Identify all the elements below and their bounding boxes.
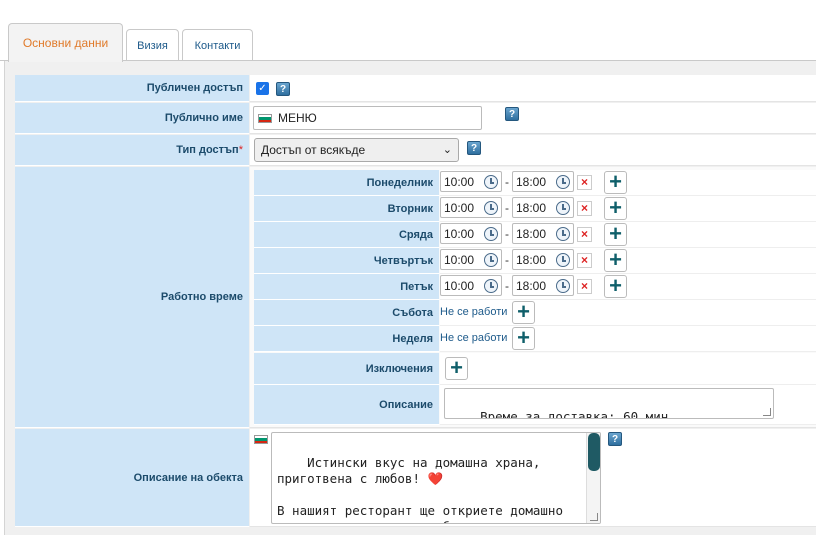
public-access-label: Публичен достъп (15, 75, 249, 102)
bulgarian-flag-icon (254, 435, 268, 444)
time-range-dash: - (505, 201, 509, 215)
day-label-saturday: Събота (254, 300, 439, 326)
tuesday-add-button[interactable]: + (604, 197, 627, 220)
public-access-checkbox[interactable]: ✓ (256, 82, 269, 95)
clock-icon[interactable] (556, 253, 570, 267)
monday-to-time-input[interactable]: 18:00 (512, 171, 574, 192)
clock-icon[interactable] (484, 253, 498, 267)
clock-icon[interactable] (484, 279, 498, 293)
thursday-add-button[interactable]: + (604, 249, 627, 272)
hours-description-label: Описание (254, 385, 439, 425)
public-name-help-icon[interactable]: ? (505, 107, 519, 121)
tab-basic-data-label: Основни данни (22, 36, 109, 50)
public-name-input[interactable]: МЕНЮ (253, 106, 482, 130)
object-description-label: Описание на обекта (15, 429, 249, 527)
clock-icon[interactable] (484, 227, 498, 241)
exceptions-label: Изключения (254, 353, 439, 385)
required-marker: * (238, 144, 243, 156)
hours-description-value-cell: Време за доставка: 60 мин. (440, 385, 816, 425)
day-label-tuesday: Вторник (254, 196, 439, 222)
tab-vision[interactable]: Визия (126, 29, 179, 61)
hours-description-textarea[interactable]: Време за доставка: 60 мин. (444, 388, 774, 419)
monday-remove-icon[interactable]: × (577, 175, 592, 190)
thursday-remove-icon[interactable]: × (577, 253, 592, 268)
public-access-help-icon[interactable]: ? (276, 82, 290, 96)
exceptions-value-cell: + (440, 353, 816, 385)
saturday-not-working-text: Не се работи (440, 306, 508, 318)
monday-add-button[interactable]: + (604, 171, 627, 194)
sunday-not-working-text: Не се работи (440, 332, 508, 344)
access-type-label: Тип достъп * (15, 135, 249, 166)
friday-from-time-input[interactable]: 10:00 (440, 275, 502, 296)
wednesday-from-time-input[interactable]: 10:00 (440, 223, 502, 244)
exceptions-add-button[interactable]: + (445, 357, 468, 380)
object-description-value-cell: Истински вкус на домашна храна, приготве… (250, 429, 816, 527)
object-description-textarea[interactable]: Истински вкус на домашна храна, приготве… (271, 432, 601, 524)
day-value-wednesday: 10:00 - 18:00 × + (440, 222, 816, 248)
resize-handle-icon[interactable] (590, 513, 598, 521)
public-name-value-cell: МЕНЮ ? (250, 103, 816, 134)
day-label-thursday: Четвъртък (254, 248, 439, 274)
clock-icon[interactable] (556, 201, 570, 215)
tuesday-from-time-input[interactable]: 10:00 (440, 197, 502, 218)
time-range-dash: - (505, 279, 509, 293)
textarea-scrollbar-thumb[interactable] (588, 433, 600, 471)
saturday-add-button[interactable]: + (512, 301, 535, 324)
clock-icon[interactable] (556, 279, 570, 293)
wednesday-add-button[interactable]: + (604, 223, 627, 246)
bulgarian-flag-icon (258, 114, 272, 123)
public-name-label: Публично име (15, 103, 249, 134)
tab-vision-label: Визия (137, 39, 168, 52)
time-range-dash: - (505, 227, 509, 241)
wednesday-to-time-input[interactable]: 18:00 (512, 223, 574, 244)
friday-remove-icon[interactable]: × (577, 279, 592, 294)
tab-contacts[interactable]: Контакти (182, 29, 253, 61)
clock-icon[interactable] (484, 175, 498, 189)
day-value-tuesday: 10:00 - 18:00 × + (440, 196, 816, 222)
time-range-dash: - (505, 175, 509, 189)
day-label-friday: Петък (254, 274, 439, 300)
thursday-from-time-input[interactable]: 10:00 (440, 249, 502, 270)
textarea-scrollbar[interactable] (586, 433, 600, 523)
public-access-value-cell: ✓ ? (250, 75, 816, 102)
day-label-monday: Понеделник (254, 170, 439, 196)
day-value-thursday: 10:00 - 18:00 × + (440, 248, 816, 274)
wednesday-remove-icon[interactable]: × (577, 227, 592, 242)
working-hours-label: Работно време (15, 167, 249, 428)
sunday-add-button[interactable]: + (512, 327, 535, 350)
chevron-down-icon: ⌄ (442, 144, 452, 156)
tuesday-remove-icon[interactable]: × (577, 201, 592, 216)
monday-from-time-input[interactable]: 10:00 (440, 171, 502, 192)
object-description-help-icon[interactable]: ? (608, 432, 622, 446)
thursday-to-time-input[interactable]: 18:00 (512, 249, 574, 270)
clock-icon[interactable] (484, 201, 498, 215)
resize-handle-icon[interactable] (763, 408, 771, 416)
clock-icon[interactable] (556, 227, 570, 241)
access-type-select[interactable]: Достъп от всякъде ⌄ (254, 138, 459, 162)
day-value-friday: 10:00 - 18:00 × + (440, 274, 816, 300)
access-type-help-icon[interactable]: ? (467, 141, 481, 155)
tab-basic-data[interactable]: Основни данни (8, 23, 123, 62)
friday-to-time-input[interactable]: 18:00 (512, 275, 574, 296)
clock-icon[interactable] (556, 175, 570, 189)
day-value-saturday: Не се работи + (440, 300, 816, 326)
tuesday-to-time-input[interactable]: 18:00 (512, 197, 574, 218)
friday-add-button[interactable]: + (604, 275, 627, 298)
access-type-value-cell: Достъп от всякъде ⌄ ? (250, 135, 816, 166)
day-value-sunday: Не се работи + (440, 326, 816, 352)
day-label-wednesday: Сряда (254, 222, 439, 248)
day-value-monday: 10:00 - 18:00 × + (440, 170, 816, 196)
day-label-sunday: Неделя (254, 326, 439, 352)
time-range-dash: - (505, 253, 509, 267)
tab-contacts-label: Контакти (194, 39, 241, 52)
